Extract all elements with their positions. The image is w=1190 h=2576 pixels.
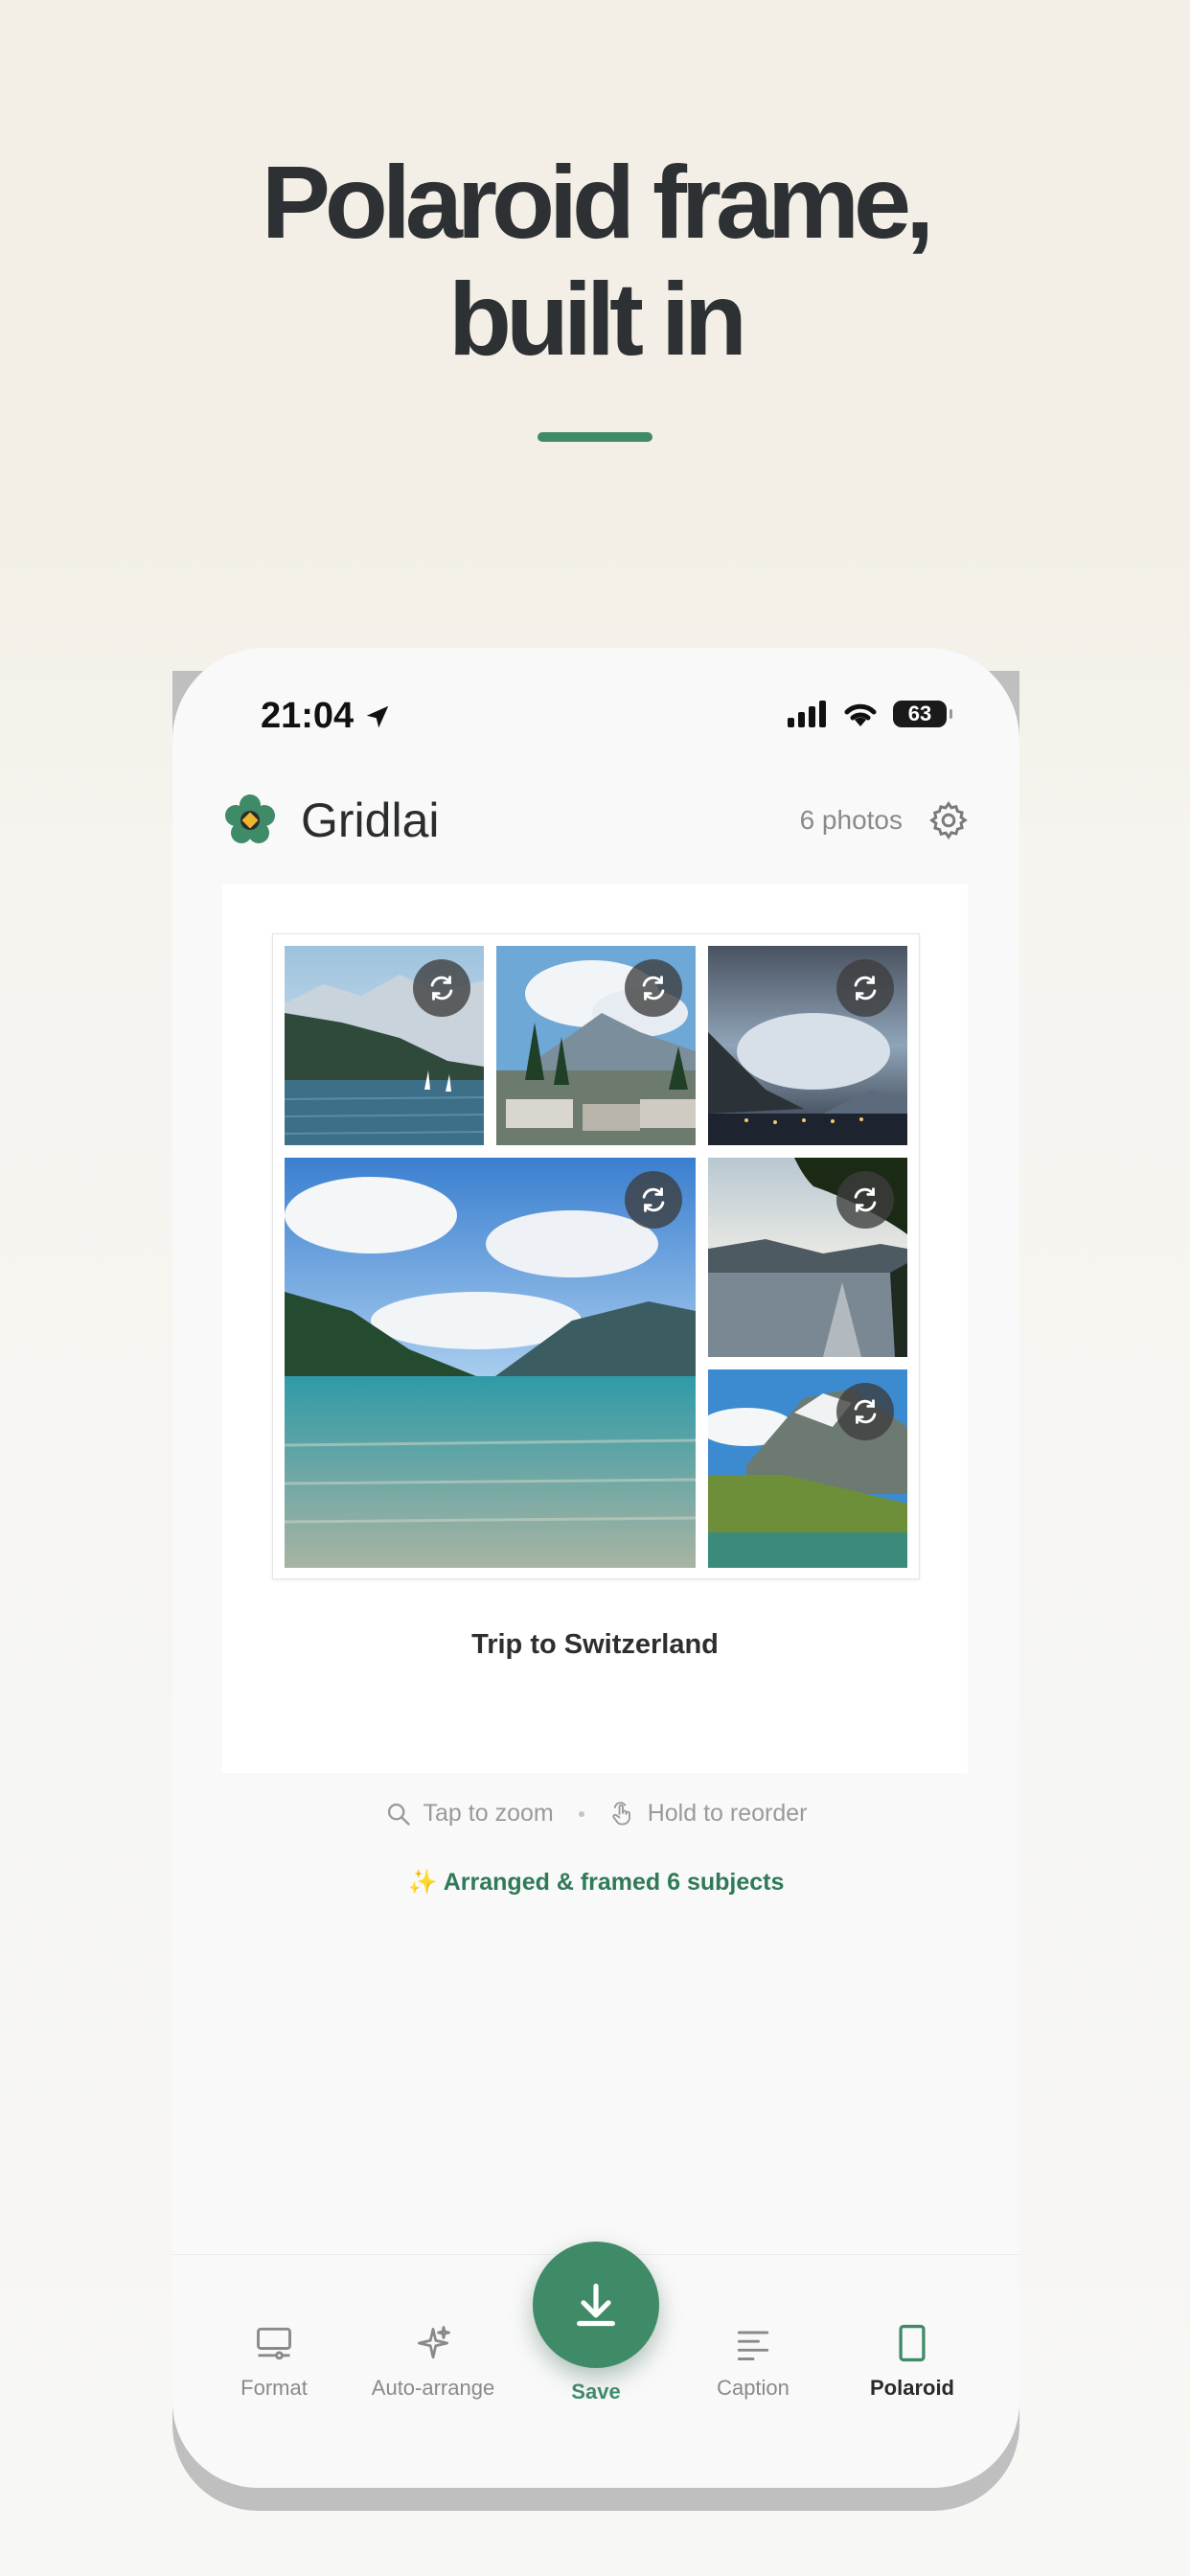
- download-icon: [577, 2283, 615, 2327]
- headline-line-2: built in: [448, 261, 747, 377]
- flower-logo: [225, 794, 275, 843]
- photo-tile-6[interactable]: [708, 1369, 907, 1568]
- battery-level: 63: [907, 702, 932, 725]
- photo-tile-1[interactable]: [285, 946, 484, 1145]
- status-bar-indicators: 63: [788, 700, 952, 728]
- format-icon: [257, 2327, 291, 2360]
- swap-icon[interactable]: [836, 1383, 894, 1440]
- zoom-hint-label: Tap to zoom: [423, 1800, 554, 1827]
- swap-icon[interactable]: [625, 1171, 682, 1229]
- photo-tile-4[interactable]: [285, 1158, 696, 1568]
- swap-icon[interactable]: [625, 959, 682, 1017]
- bottom-toolbar: Format Auto-arrange Save Caption Polaroi…: [172, 2242, 1019, 2488]
- headline: Polaroid frame, built in: [0, 144, 1190, 378]
- save-button[interactable]: [533, 2242, 659, 2368]
- photo-tile-2[interactable]: [496, 946, 696, 1145]
- app-header: Gridlai 6 photos: [222, 790, 970, 851]
- wifi-icon: [844, 703, 877, 726]
- phone-screen: 21:04 63 Gridlai 6 photos Trip to Switze…: [172, 648, 1019, 2488]
- tab-polaroid-label: Polaroid: [869, 2376, 954, 2400]
- tab-caption-label: Caption: [717, 2376, 790, 2400]
- headline-line-1: Polaroid frame,: [261, 144, 934, 260]
- swap-icon[interactable]: [836, 1171, 894, 1229]
- reorder-hint: Hold to reorder: [609, 1800, 808, 1828]
- reorder-hint-label: Hold to reorder: [647, 1800, 808, 1827]
- sparkles-icon: [417, 2326, 450, 2359]
- swap-icon[interactable]: [413, 959, 470, 1017]
- photo-tile-3[interactable]: [708, 946, 907, 1145]
- gesture-hints: Tap to zoom Hold to reorder: [172, 1800, 1019, 1828]
- zoom-hint: Tap to zoom: [385, 1800, 554, 1828]
- photo-count: 6 photos: [799, 805, 903, 835]
- battery-icon: 63: [893, 701, 952, 727]
- search-icon: [387, 1803, 410, 1826]
- cellular-signal-icon: [788, 701, 826, 727]
- tab-auto-arrange-label: Auto-arrange: [371, 2376, 495, 2400]
- tab-caption[interactable]: Caption: [676, 2318, 830, 2401]
- app-title: Gridlai: [301, 794, 440, 847]
- gear-icon[interactable]: [927, 799, 970, 841]
- text-lines-icon: [737, 2331, 769, 2360]
- collage-caption[interactable]: Trip to Switzerland: [222, 1629, 968, 1661]
- tab-auto-arrange[interactable]: Auto-arrange: [356, 2318, 510, 2401]
- tab-format-label: Format: [240, 2376, 308, 2400]
- tab-polaroid[interactable]: Polaroid: [835, 2318, 989, 2401]
- swap-icon[interactable]: [836, 959, 894, 1017]
- headline-underline: [538, 432, 652, 442]
- time-text: 21:04: [261, 696, 355, 736]
- hint-separator: [578, 1810, 584, 1817]
- arrange-status-message: ✨ Arranged & framed 6 subjects: [407, 1869, 785, 1896]
- polaroid-icon: [899, 2324, 926, 2362]
- photo-tile-5[interactable]: [708, 1158, 907, 1357]
- collage-canvas[interactable]: Trip to Switzerland: [222, 884, 968, 1773]
- save-button-label: Save: [571, 2380, 621, 2404]
- polaroid-frame: [272, 933, 920, 1579]
- location-arrow-icon: [366, 705, 389, 727]
- status-bar-time: 21:04: [261, 696, 392, 737]
- tab-format[interactable]: Format: [197, 2318, 351, 2401]
- hand-tap-icon: [612, 1801, 630, 1825]
